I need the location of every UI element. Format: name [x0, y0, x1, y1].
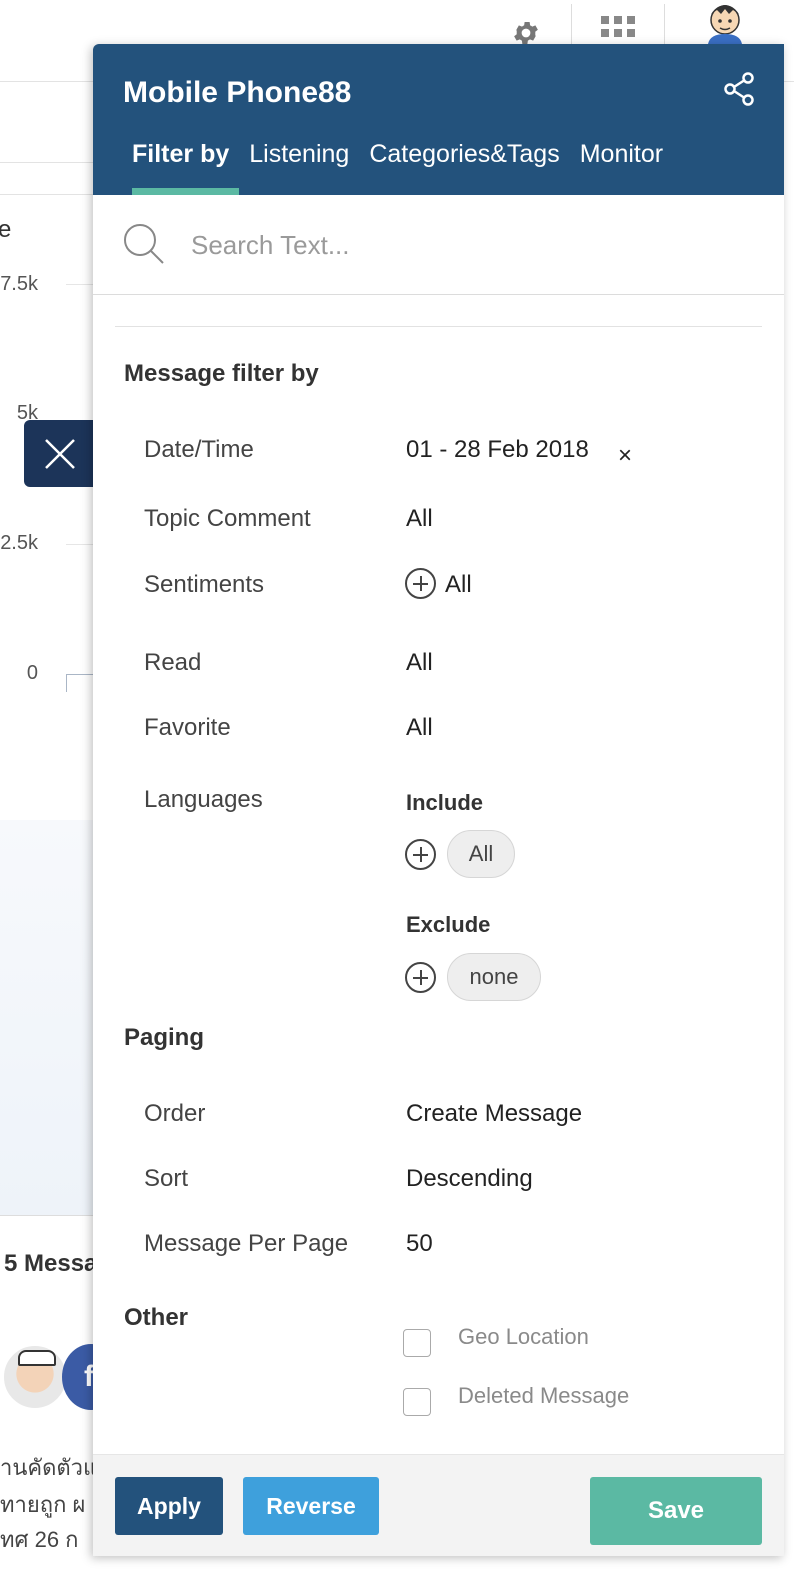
read-value[interactable]: All — [406, 649, 433, 677]
exclude-language-pill[interactable]: none — [447, 953, 541, 1001]
reverse-button[interactable]: Reverse — [243, 1477, 379, 1535]
topic-comment-label: Topic Comment — [144, 505, 311, 532]
y-tick: 7.5k — [0, 273, 38, 295]
close-panel-button[interactable] — [24, 420, 96, 487]
chart-axis — [66, 674, 96, 692]
gridline — [66, 284, 96, 285]
top-bar-separator — [664, 4, 665, 44]
geo-location-label: Geo Location — [458, 1324, 589, 1349]
close-icon — [45, 438, 75, 469]
y-tick: 2.5k — [0, 532, 38, 554]
exclude-label: Exclude — [406, 912, 491, 937]
add-exclude-language-icon[interactable] — [405, 962, 436, 993]
add-sentiment-icon[interactable] — [405, 568, 436, 599]
clear-date-button[interactable]: × — [618, 442, 632, 470]
sentiments-label: Sentiments — [144, 571, 265, 598]
other-title: Other — [124, 1304, 189, 1331]
panel-footer: Apply Reverse Save — [93, 1454, 784, 1556]
apps-grid-icon[interactable] — [601, 16, 635, 44]
chart-lower-area — [0, 820, 100, 1215]
deleted-message-checkbox[interactable] — [403, 1388, 431, 1416]
divider — [0, 162, 100, 163]
apply-button[interactable]: Apply — [115, 1477, 223, 1535]
gridline — [66, 544, 96, 545]
panel-tabs: Filter by Listening Categories&Tags Moni… — [123, 140, 673, 195]
search-input[interactable] — [191, 223, 691, 267]
date-time-label: Date/Time — [144, 436, 254, 463]
order-label: Order — [144, 1100, 206, 1127]
y-tick: 0 — [26, 662, 38, 684]
post-text-fragment: ทศ 26 ก — [0, 1527, 79, 1552]
date-time-value[interactable]: 01 - 28 Feb 2018 — [406, 436, 589, 464]
topic-comment-value[interactable]: All — [406, 505, 433, 533]
favorite-value[interactable]: All — [406, 714, 433, 742]
save-button[interactable]: Save — [590, 1477, 762, 1545]
user-avatar-icon[interactable] — [700, 0, 750, 44]
geo-location-checkbox[interactable] — [403, 1329, 431, 1357]
panel-header: Mobile Phone88 Filter by Listening Categ… — [93, 44, 784, 195]
messages-heading-fragment: 5 Messa — [4, 1250, 98, 1277]
chart-heading-fragment: e — [0, 216, 12, 243]
tab-filter-by[interactable]: Filter by — [123, 140, 240, 195]
per-page-label: Message Per Page — [144, 1230, 349, 1257]
divider — [115, 326, 762, 327]
deleted-message-label: Deleted Message — [458, 1383, 630, 1408]
panel-title: Mobile Phone88 — [123, 76, 352, 109]
divider — [0, 1215, 100, 1216]
search-icon — [124, 224, 164, 264]
search-bar — [93, 195, 784, 295]
include-language-pill[interactable]: All — [447, 830, 515, 878]
paging-title: Paging — [124, 1024, 205, 1051]
tab-monitor[interactable]: Monitor — [570, 140, 673, 195]
tab-listening[interactable]: Listening — [239, 140, 359, 195]
sort-label: Sort — [144, 1165, 189, 1192]
order-value[interactable]: Create Message — [406, 1100, 582, 1128]
languages-label: Languages — [144, 786, 263, 813]
post-text-fragment: านคัดตัวแ — [0, 1455, 98, 1480]
post-avatar[interactable] — [2, 1344, 68, 1410]
favorite-label: Favorite — [144, 714, 231, 741]
add-include-language-icon[interactable] — [405, 839, 436, 870]
tab-categories-tags[interactable]: Categories&Tags — [359, 140, 569, 195]
per-page-value[interactable]: 50 — [406, 1230, 433, 1258]
read-label: Read — [144, 649, 202, 676]
sentiments-value[interactable]: All — [445, 571, 472, 599]
post-text-fragment: ทายถูก ผ — [0, 1492, 86, 1517]
message-filter-title: Message filter by — [124, 360, 319, 387]
include-label: Include — [406, 790, 484, 815]
top-bar-separator — [571, 4, 572, 44]
sort-value[interactable]: Descending — [406, 1165, 533, 1193]
filter-panel: Mobile Phone88 Filter by Listening Categ… — [93, 44, 784, 1556]
share-icon[interactable] — [723, 72, 755, 106]
